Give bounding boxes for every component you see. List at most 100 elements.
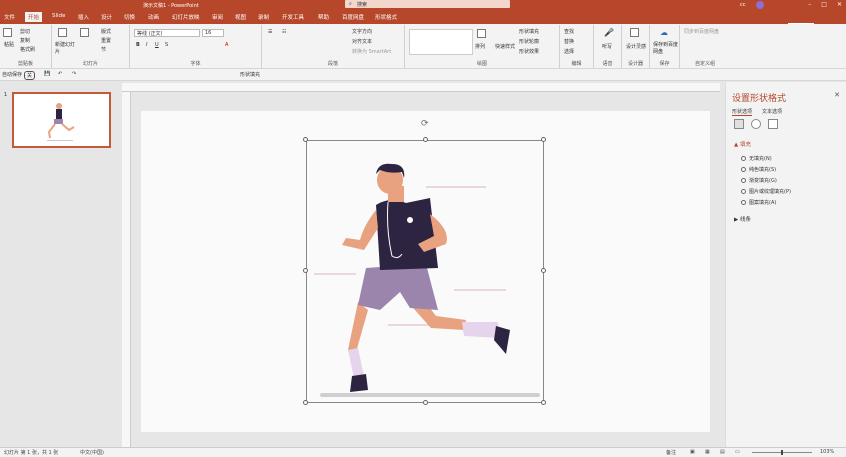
normal-view-icon[interactable]: ▣	[690, 449, 695, 455]
copy-button[interactable]: 复制	[20, 37, 30, 44]
tab-shape-format[interactable]: 形状格式	[375, 13, 397, 21]
font-size-select[interactable]: 16	[202, 29, 224, 37]
underline-icon[interactable]: U	[155, 42, 159, 48]
layout-button[interactable]: 版式	[101, 28, 111, 35]
autosave-toggle[interactable]: 关	[24, 71, 36, 80]
tab-view[interactable]: 视图	[235, 13, 246, 21]
search-icon: ⌕	[349, 1, 352, 7]
bold-icon[interactable]: B	[136, 42, 140, 48]
horizontal-ruler	[122, 83, 720, 92]
shadow-icon[interactable]: S	[165, 42, 168, 48]
shape-effects-button[interactable]: 形状效果	[519, 48, 539, 55]
reading-view-icon[interactable]: ▤	[720, 449, 725, 455]
tab-insert[interactable]: 插入	[78, 13, 89, 21]
close-pane-icon[interactable]: ✕	[834, 91, 840, 99]
save-icon[interactable]: 💾	[44, 71, 50, 77]
smartart-button[interactable]: 转换为 SmartArt	[352, 48, 391, 55]
numbering-icon[interactable]: ☷	[282, 29, 286, 35]
effects-icon[interactable]	[751, 119, 761, 129]
group-label-drawing: 绘图	[476, 61, 487, 67]
account-name[interactable]: cc	[740, 2, 746, 8]
size-properties-icon[interactable]	[768, 119, 778, 129]
search-box[interactable]: ⌕ 搜索	[345, 0, 510, 8]
language[interactable]: 中文(中国)	[80, 449, 104, 456]
tab-developer[interactable]: 开发工具	[282, 13, 304, 21]
resize-handle-l[interactable]	[303, 268, 308, 273]
resize-handle-br[interactable]	[541, 400, 546, 405]
rotate-handle-icon[interactable]: ⟳	[421, 119, 429, 129]
thumbnail-figure	[47, 103, 75, 141]
redo-icon[interactable]: ↷	[72, 71, 76, 77]
tab-home[interactable]: 开始	[25, 12, 43, 22]
minimize-icon[interactable]: –	[808, 1, 811, 8]
fill-option-picture[interactable]: 图片或纹理填充(P)	[741, 188, 791, 195]
line-section-header[interactable]: ▶ 线条	[734, 215, 751, 223]
cut-button[interactable]: 剪切	[20, 28, 30, 35]
tab-animations[interactable]: 动画	[148, 13, 159, 21]
shapes-gallery[interactable]	[409, 29, 473, 55]
designer-button[interactable]	[630, 28, 639, 39]
tab-help[interactable]: 帮助	[318, 13, 329, 21]
microphone-icon[interactable]: 🎤	[604, 28, 614, 37]
fill-option-none[interactable]: 无填充(N)	[741, 155, 772, 162]
align-text-button[interactable]: 对齐文本	[352, 38, 372, 45]
tab-text-options[interactable]: 文本选项	[762, 108, 782, 115]
italic-icon[interactable]: I	[146, 42, 147, 48]
resize-handle-bl[interactable]	[303, 400, 308, 405]
shape-outline-button[interactable]: 形状轮廓	[519, 38, 539, 45]
tab-file[interactable]: 文件	[4, 13, 15, 21]
zoom-level[interactable]: 103%	[820, 449, 834, 455]
bullets-icon[interactable]: ☰	[268, 29, 272, 35]
notes-button[interactable]: 备注	[666, 449, 676, 456]
fill-line-icon[interactable]	[734, 119, 744, 129]
select-button[interactable]: 选择	[564, 48, 574, 55]
find-button[interactable]: 查找	[564, 28, 574, 35]
reuse-slides-button[interactable]	[80, 28, 89, 39]
quick-styles-label[interactable]: 快速样式	[495, 43, 515, 50]
new-slide-button[interactable]	[58, 28, 67, 39]
fill-option-gradient[interactable]: 渐变填充(G)	[741, 177, 777, 184]
reset-button[interactable]: 重置	[101, 37, 111, 44]
shape-fill-button[interactable]: 形状填充	[519, 28, 539, 35]
resize-handle-t[interactable]	[423, 137, 428, 142]
font-color-icon[interactable]: A	[225, 42, 228, 48]
group-voice: 🎤 听写 语音	[594, 25, 622, 68]
font-name-select[interactable]: 等线 (正文)	[134, 29, 200, 37]
tab-design[interactable]: 设计	[101, 13, 112, 21]
close-icon[interactable]: ✕	[837, 1, 842, 8]
slide-thumbnail[interactable]	[12, 92, 111, 148]
tab-slide[interactable]: Slide	[52, 13, 65, 19]
group-label-slides: 幻灯片	[82, 61, 98, 67]
tab-slideshow[interactable]: 幻灯片放映	[172, 13, 200, 21]
search-placeholder: 搜索	[357, 2, 368, 8]
sorter-view-icon[interactable]: ▦	[705, 449, 710, 455]
arrange-button[interactable]	[477, 29, 486, 40]
resize-handle-r[interactable]	[541, 268, 546, 273]
maximize-icon[interactable]: □	[821, 1, 827, 8]
fill-section-header[interactable]: ▲ 填充	[734, 140, 751, 148]
slideshow-view-icon[interactable]: ▭	[735, 449, 740, 455]
tab-review[interactable]: 审阅	[212, 13, 223, 21]
baidu-cloud-icon[interactable]: ☁	[660, 28, 668, 37]
group-save: ☁ 保存到百度网盘 保存	[650, 25, 680, 68]
tab-record[interactable]: 录制	[258, 13, 269, 21]
undo-icon[interactable]: ↶	[58, 71, 62, 77]
resize-handle-tl[interactable]	[303, 137, 308, 142]
paste-button[interactable]	[3, 28, 12, 39]
tab-baidu[interactable]: 百度网盘	[342, 13, 364, 21]
avatar[interactable]	[756, 1, 764, 9]
arrange-label: 排列	[475, 44, 486, 50]
resize-handle-b[interactable]	[423, 400, 428, 405]
tab-transitions[interactable]: 切换	[124, 13, 135, 21]
fill-option-solid[interactable]: 纯色填充(S)	[741, 166, 776, 173]
tab-shape-options[interactable]: 形状选项	[732, 108, 753, 116]
format-painter-button[interactable]: 格式刷	[20, 46, 35, 53]
text-direction-button[interactable]: 文字方向	[352, 28, 372, 35]
qat-shape-fill[interactable]: 形状填充	[240, 71, 260, 78]
resize-handle-tr[interactable]	[541, 137, 546, 142]
zoom-slider-thumb[interactable]	[781, 450, 783, 455]
replace-button[interactable]: 替换	[564, 38, 574, 45]
section-button[interactable]: 节	[101, 46, 106, 53]
sync-baidu-button[interactable]: 同步到百度网盘	[684, 28, 719, 35]
fill-option-pattern[interactable]: 图案填充(A)	[741, 199, 776, 206]
